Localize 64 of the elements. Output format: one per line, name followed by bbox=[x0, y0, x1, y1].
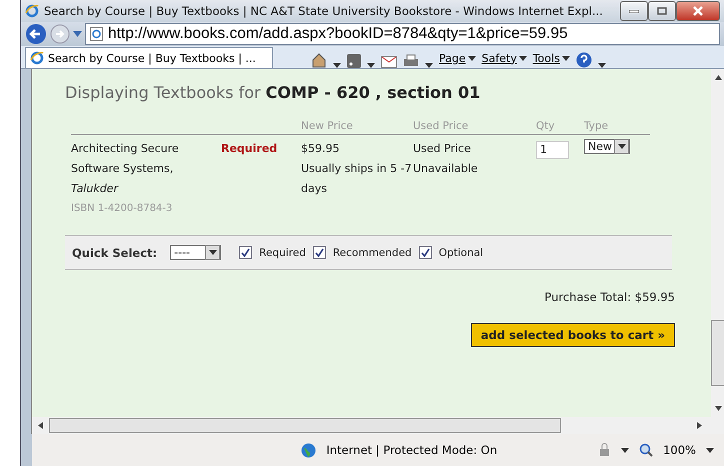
close-button[interactable] bbox=[676, 1, 720, 21]
scroll-down-icon[interactable] bbox=[714, 406, 722, 411]
used-price-note: Used Price Unavailable bbox=[413, 141, 479, 177]
requirement-label: Required bbox=[221, 142, 278, 155]
zoom-level[interactable]: 100% bbox=[663, 443, 696, 457]
command-menu[interactable]: Page bbox=[439, 48, 476, 68]
caret-icon bbox=[208, 250, 217, 255]
globe-icon bbox=[301, 442, 316, 458]
type-dropdown[interactable]: New bbox=[584, 139, 630, 154]
quick-select-dropdown[interactable]: ---- bbox=[170, 245, 222, 260]
book-title: Architecting Secure Software Systems, Talukder bbox=[71, 141, 180, 197]
shipping-note: Usually ships in 5 -7 days bbox=[301, 161, 413, 197]
checkbox[interactable] bbox=[418, 246, 432, 259]
minimize-icon bbox=[629, 10, 639, 12]
maximize-icon bbox=[657, 7, 667, 15]
isbn-text: ISBN 1-4200-8784-3 bbox=[71, 202, 174, 216]
caret-icon bbox=[468, 56, 476, 60]
forward-button[interactable] bbox=[50, 24, 70, 44]
command-menu[interactable]: Tools bbox=[532, 48, 570, 68]
checkbox-label: Recommended bbox=[332, 246, 412, 258]
horizontal-scrollbar[interactable] bbox=[31, 417, 724, 434]
back-button[interactable] bbox=[25, 23, 47, 45]
scroll-up-icon[interactable] bbox=[714, 75, 722, 80]
caret-icon bbox=[621, 448, 630, 452]
caret-icon bbox=[618, 144, 626, 149]
command-menu[interactable]: Safety bbox=[482, 48, 527, 68]
printer-icon[interactable] bbox=[403, 54, 419, 68]
page-icon bbox=[90, 27, 103, 41]
caret-icon bbox=[518, 56, 527, 60]
new-price: $59.95 bbox=[301, 141, 340, 157]
caret-icon bbox=[562, 56, 570, 60]
browser-tab[interactable]: Search by Course | Buy Textbooks | ... bbox=[25, 47, 273, 68]
checkbox-label: Optional bbox=[438, 246, 484, 258]
checkbox[interactable] bbox=[312, 246, 326, 259]
scroll-left-icon[interactable] bbox=[38, 422, 43, 429]
quantity-field[interactable]: 1 bbox=[536, 141, 569, 159]
close-icon bbox=[693, 6, 703, 16]
address-field[interactable]: http://www.books.com/add.aspx?bookID=8784&qty=1&price=59.95 bbox=[85, 23, 720, 45]
column-header: New Price bbox=[301, 116, 413, 135]
column-header: Type bbox=[584, 116, 650, 135]
zoom-icon[interactable] bbox=[639, 443, 654, 457]
window-title: Search by Course | Buy Textbooks | NC A&T State University Bookstore - Windows Internet Expl... bbox=[44, 4, 604, 18]
checkbox[interactable] bbox=[239, 246, 252, 259]
help-icon[interactable] bbox=[576, 52, 592, 68]
minimize-button[interactable] bbox=[620, 1, 648, 21]
quick-select-label: Quick Select: bbox=[72, 246, 158, 260]
security-zone-text: Internet | Protected Mode: On bbox=[326, 443, 498, 457]
mail-icon[interactable] bbox=[381, 56, 397, 68]
history-caret-icon[interactable] bbox=[73, 31, 82, 37]
scroll-thumb[interactable] bbox=[711, 320, 724, 386]
column-header: Qty bbox=[536, 116, 584, 135]
browser-logo-icon bbox=[30, 51, 44, 65]
maximize-button[interactable] bbox=[648, 1, 676, 21]
browser-logo-icon bbox=[25, 4, 39, 18]
scroll-thumb[interactable] bbox=[49, 418, 561, 433]
scroll-right-icon[interactable] bbox=[697, 422, 702, 429]
checkbox-label: Required bbox=[259, 246, 306, 258]
feed-icon[interactable] bbox=[347, 54, 361, 68]
add-to-cart-button[interactable]: add selected books to cart » bbox=[470, 323, 675, 347]
vertical-scrollbar[interactable] bbox=[711, 69, 724, 417]
column-header: Used Price bbox=[413, 116, 536, 135]
caret-icon bbox=[706, 448, 714, 452]
purchase-total: Purchase Total: $59.95 bbox=[544, 290, 675, 304]
page-heading: Displaying Textbooks for COMP - 620 , section 01 bbox=[65, 83, 482, 102]
